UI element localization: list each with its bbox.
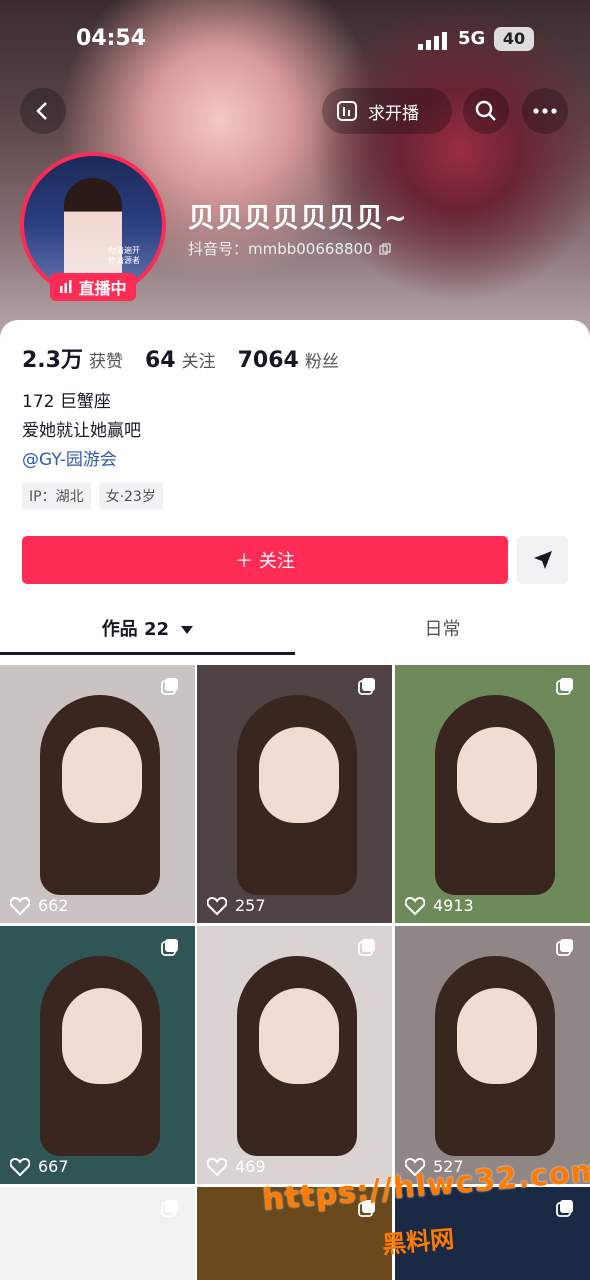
tab-underline (0, 652, 295, 655)
heart-icon (207, 896, 227, 915)
multi-image-icon (358, 939, 375, 956)
bio-mention-link[interactable]: @GY-园游会 (22, 446, 141, 475)
live-badge[interactable]: 直播中 (50, 273, 136, 301)
followers-label[interactable]: 粉丝 (305, 347, 339, 372)
post-likes: 662 (10, 896, 69, 915)
post-likes: 469 (207, 1157, 266, 1176)
post-likes: 667 (10, 1157, 69, 1176)
bio: 172 巨蟹座 爱她就让她赢吧 @GY-园游会 (22, 388, 141, 475)
profile-name: 贝贝贝贝贝贝贝~ (188, 203, 408, 234)
avatar-figure (64, 178, 122, 288)
more-icon (533, 108, 557, 114)
status-bar: 04:54 5G 40 (0, 24, 590, 58)
douyin-id-text: 抖音号：mmbb00668800 (188, 240, 373, 258)
start-live-button[interactable]: 求开播 (322, 88, 452, 134)
multi-image-icon (161, 1200, 178, 1217)
multi-image-icon (358, 678, 375, 695)
heart-icon (10, 1157, 30, 1176)
chart-icon (337, 101, 357, 121)
search-button[interactable] (463, 88, 509, 134)
post-face (62, 988, 142, 1084)
followers-count[interactable]: 7064 (238, 348, 299, 373)
post-tile-5[interactable]: 469 (197, 926, 392, 1184)
post-face (457, 988, 537, 1084)
follow-button[interactable]: ＋ 关注 (22, 536, 508, 584)
bio-line-1: 172 巨蟹座 (22, 392, 111, 412)
post-likes-count: 662 (38, 896, 69, 915)
more-button[interactable] (522, 88, 568, 134)
back-button[interactable] (20, 88, 66, 134)
content-tabs: 作品 22 日常 (0, 612, 590, 660)
multi-image-icon (161, 678, 178, 695)
back-arrow-icon (36, 102, 47, 120)
copy-icon[interactable] (378, 242, 391, 255)
post-tile-1[interactable]: 662 (0, 665, 195, 923)
post-tile-4[interactable]: 667 (0, 926, 195, 1184)
watermark-text: 黑料网 (381, 1224, 456, 1260)
profile-tags: IP：湖北 女·23岁 (22, 482, 163, 510)
post-face (62, 727, 142, 823)
network-type: 5G (458, 28, 486, 49)
bio-line-2: 爱她就让她赢吧 (22, 421, 141, 441)
battery-icon: 40 (494, 27, 534, 51)
multi-image-icon (556, 1200, 573, 1217)
caret-down-icon (181, 626, 194, 634)
heart-icon (207, 1157, 227, 1176)
post-tile-2[interactable]: 257 (197, 665, 392, 923)
post-tile-7[interactable] (0, 1187, 195, 1280)
likes-count: 2.3万 (22, 348, 83, 373)
search-icon (475, 100, 496, 121)
avatar-caption: 你清遍开 修清源者 (108, 246, 140, 265)
gender-age-tag: 女·23岁 (98, 482, 163, 510)
post-likes-count: 469 (235, 1157, 266, 1176)
post-tile-3[interactable]: 4913 (395, 665, 590, 923)
post-likes: 257 (207, 896, 266, 915)
post-likes-count: 4913 (433, 896, 474, 915)
stats-row: 2.3万 获赞 64 关注 7064 粉丝 (22, 342, 361, 374)
send-message-button[interactable] (517, 536, 568, 584)
multi-image-icon (556, 678, 573, 695)
post-tile-6[interactable]: 527 (395, 926, 590, 1184)
tab-daily[interactable]: 日常 (295, 612, 590, 648)
live-badge-label: 直播中 (78, 279, 127, 298)
post-likes: 4913 (405, 896, 474, 915)
status-time: 04:54 (76, 26, 147, 51)
send-icon (533, 551, 552, 569)
profile-card: 2.3万 获赞 64 关注 7064 粉丝 172 巨蟹座 爱她就让她赢吧 @G… (0, 320, 590, 1280)
post-face (457, 727, 537, 823)
signal-icon (418, 32, 447, 50)
multi-image-icon (556, 939, 573, 956)
ip-tag: IP：湖北 (22, 482, 91, 510)
heart-icon (10, 896, 30, 915)
live-bars-icon (60, 280, 72, 293)
tab-works[interactable]: 作品 22 (0, 612, 295, 648)
post-face (259, 727, 339, 823)
douyin-id[interactable]: 抖音号：mmbb00668800 (188, 238, 391, 259)
post-likes-count: 667 (38, 1157, 69, 1176)
following-count[interactable]: 64 (145, 348, 176, 373)
heart-icon (405, 896, 425, 915)
following-label[interactable]: 关注 (182, 347, 216, 372)
tab-works-label: 作品 22 (101, 619, 170, 640)
likes-label: 获赞 (88, 352, 123, 372)
start-live-label: 求开播 (368, 103, 419, 124)
post-likes-count: 257 (235, 896, 266, 915)
post-face (259, 988, 339, 1084)
multi-image-icon (161, 939, 178, 956)
